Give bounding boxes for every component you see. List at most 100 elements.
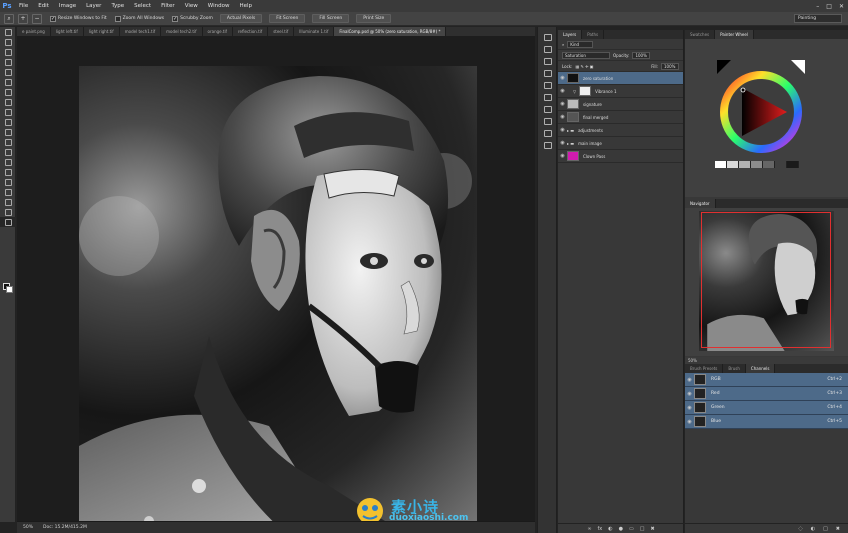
- tool-hand[interactable]: [0, 207, 16, 217]
- document-tab[interactable]: light right.tif: [84, 27, 120, 36]
- fx-icon[interactable]: fx: [598, 526, 603, 532]
- panel-tool-presets-button[interactable]: [538, 139, 558, 151]
- document-tab[interactable]: Illuminate 1.tif: [294, 27, 335, 36]
- tool-dodge[interactable]: [0, 157, 16, 167]
- tool-quick-select[interactable]: [0, 57, 16, 67]
- channel-row[interactable]: ◉ Red Ctrl+3: [685, 387, 848, 401]
- document-tab[interactable]: model tech1.tif: [120, 27, 162, 36]
- document-tab[interactable]: model tech2.tif: [161, 27, 203, 36]
- swatch[interactable]: [751, 161, 763, 168]
- channel-row[interactable]: ◉ Green Ctrl+4: [685, 401, 848, 415]
- color-swatches[interactable]: [3, 283, 13, 293]
- tool-type[interactable]: [0, 177, 16, 187]
- tab-swatches[interactable]: Swatches: [685, 30, 716, 39]
- scrubby-zoom-checkbox[interactable]: ✓ Scrubby Zoom: [172, 15, 213, 22]
- group-icon[interactable]: ▭: [629, 526, 634, 532]
- panel-paragraph-button[interactable]: [538, 103, 558, 115]
- layer-row[interactable]: ◉ ▸ ▬ main image: [558, 137, 683, 150]
- tool-marquee[interactable]: [0, 37, 16, 47]
- swatch[interactable]: [739, 161, 751, 168]
- tool-lasso[interactable]: [0, 47, 16, 57]
- document-tab[interactable]: light left.tif: [51, 27, 84, 36]
- print-size-button[interactable]: Print Size: [356, 14, 392, 23]
- status-doc-info[interactable]: Doc: 15.2M/415.2M: [43, 525, 87, 530]
- delete-channel-icon[interactable]: ✖: [836, 526, 840, 532]
- mask-icon[interactable]: ◐: [608, 526, 612, 532]
- navigator-view-box[interactable]: [701, 212, 831, 348]
- tool-crop[interactable]: [0, 67, 16, 77]
- new-layer-icon[interactable]: □: [640, 526, 645, 532]
- visibility-eye-icon[interactable]: ◉: [558, 153, 567, 159]
- menu-window[interactable]: Window: [203, 0, 235, 12]
- tool-move[interactable]: [0, 27, 16, 37]
- layer-row[interactable]: ◉ final merged: [558, 111, 683, 124]
- tab-paths[interactable]: Paths: [582, 30, 605, 39]
- document-tab[interactable]: orange.tif: [203, 27, 233, 36]
- zoom-out-icon[interactable]: −: [32, 13, 42, 24]
- new-channel-icon[interactable]: □: [823, 526, 828, 532]
- tab-navigator[interactable]: Navigator: [685, 199, 716, 208]
- tool-brush[interactable]: [0, 97, 16, 107]
- document-tab[interactable]: steel.tif: [268, 27, 295, 36]
- layer-row[interactable]: ◉ signature: [558, 98, 683, 111]
- document-canvas[interactable]: [79, 66, 477, 521]
- actual-pixels-button[interactable]: Actual Pixels: [219, 14, 263, 23]
- panel-brush-settings-button[interactable]: [538, 115, 558, 127]
- panel-properties-button[interactable]: [538, 55, 558, 67]
- panel-character-button[interactable]: [538, 91, 558, 103]
- visibility-eye-icon[interactable]: ◉: [558, 114, 567, 120]
- tab-painter-wheel[interactable]: Painter Wheel: [715, 30, 754, 39]
- menu-help[interactable]: Help: [234, 0, 257, 12]
- blend-mode-select[interactable]: Saturation: [562, 51, 610, 59]
- menu-layer[interactable]: Layer: [81, 0, 106, 12]
- filter-icon[interactable]: ⌕: [562, 42, 564, 47]
- tool-eraser[interactable]: [0, 127, 16, 137]
- restore-button[interactable]: □: [826, 3, 832, 10]
- swatch[interactable]: [727, 161, 739, 168]
- minimize-button[interactable]: –: [816, 3, 819, 10]
- layer-row[interactable]: ◉ ▸ ▬ adjustments: [558, 124, 683, 137]
- tool-path-select[interactable]: [0, 187, 16, 197]
- tool-zoom[interactable]: [0, 217, 16, 227]
- visibility-eye-icon[interactable]: ◉: [558, 75, 567, 81]
- tab-channels[interactable]: Channels: [745, 364, 776, 373]
- tool-clone-stamp[interactable]: [0, 107, 16, 117]
- channel-row[interactable]: ◉ Blue Ctrl+5: [685, 415, 848, 429]
- navigator-preview[interactable]: [699, 211, 834, 351]
- zoom-all-checkbox[interactable]: Zoom All Windows: [114, 15, 164, 22]
- background-color[interactable]: [6, 286, 13, 293]
- layer-row[interactable]: ◉ zero saturation: [558, 72, 683, 85]
- panel-clone-source-button[interactable]: [538, 127, 558, 139]
- tool-shape[interactable]: [0, 197, 16, 207]
- filter-kind-select[interactable]: Kind: [567, 40, 594, 48]
- visibility-eye-icon[interactable]: ◉: [558, 88, 567, 94]
- menu-view[interactable]: View: [180, 0, 203, 12]
- visibility-eye-icon[interactable]: ◉: [558, 127, 567, 133]
- tab-layers[interactable]: Layers: [558, 30, 583, 39]
- panel-styles-button[interactable]: [538, 79, 558, 91]
- save-selection-icon[interactable]: ◐: [811, 526, 815, 532]
- menu-type[interactable]: Type: [106, 0, 129, 12]
- visibility-eye-icon[interactable]: ◉: [685, 419, 694, 425]
- workspace-select[interactable]: Painting: [794, 14, 842, 23]
- status-zoom[interactable]: 50%: [23, 525, 33, 530]
- zoom-tool-icon[interactable]: ⌕: [4, 13, 14, 24]
- document-tab[interactable]: e paint.png: [17, 27, 51, 36]
- tab-brush-presets[interactable]: Brush Presets: [685, 364, 724, 373]
- fill-screen-button[interactable]: Fill Screen: [312, 14, 350, 23]
- visibility-eye-icon[interactable]: ◉: [685, 377, 694, 383]
- tool-pen[interactable]: [0, 167, 16, 177]
- trash-icon[interactable]: ✖: [650, 526, 654, 532]
- channel-row[interactable]: ◉ RGB Ctrl+2: [685, 373, 848, 387]
- visibility-eye-icon[interactable]: ◉: [685, 405, 694, 411]
- close-button[interactable]: ✕: [839, 3, 844, 10]
- zoom-in-icon[interactable]: +: [18, 13, 28, 24]
- fill-input[interactable]: 100%: [661, 62, 679, 70]
- link-icon[interactable]: ∞: [587, 526, 591, 532]
- swatch[interactable]: [787, 161, 799, 168]
- menu-image[interactable]: Image: [54, 0, 81, 12]
- swatch[interactable]: [763, 161, 775, 168]
- tool-history-brush[interactable]: [0, 117, 16, 127]
- swatch[interactable]: [775, 161, 787, 168]
- panel-actions-button[interactable]: [538, 43, 558, 55]
